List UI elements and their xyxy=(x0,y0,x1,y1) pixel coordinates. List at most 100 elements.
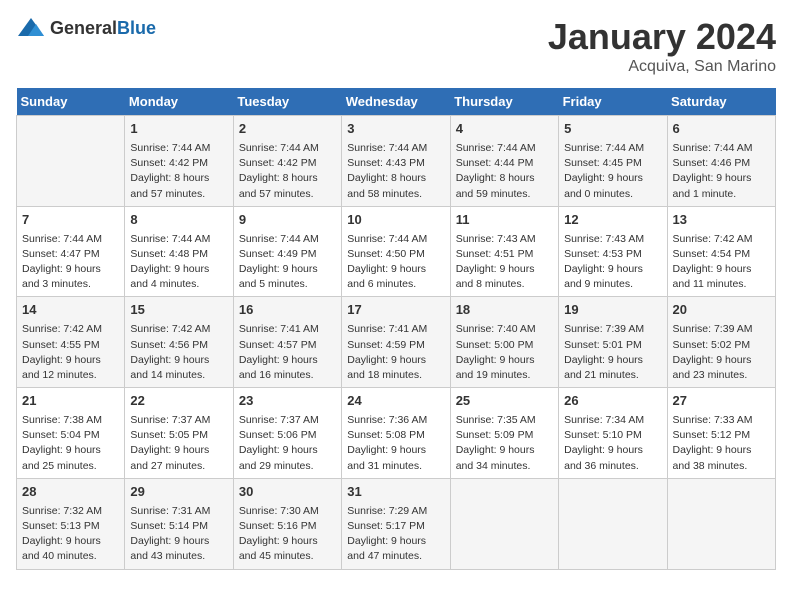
calendar-cell: 28 Sunrise: 7:32 AMSunset: 5:13 PMDayligh… xyxy=(17,478,125,569)
weekday-header: Saturday xyxy=(667,88,775,116)
calendar-cell: 27 Sunrise: 7:33 AMSunset: 5:12 PMDayligh… xyxy=(667,388,775,479)
calendar-cell: 19Sunrise: 7:39 AMSunset: 5:01 PMDayligh… xyxy=(559,297,667,388)
day-info: Sunrise: 7:44 AMSunset: 4:50 PMDaylight:… xyxy=(347,232,444,293)
calendar-cell: 15 Sunrise: 7:42 AMSunset: 4:56 PMDayligh… xyxy=(125,297,233,388)
month-title: January 2024 xyxy=(548,16,776,58)
calendar-cell: 30Sunrise: 7:30 AMSunset: 5:16 PMDayligh… xyxy=(233,478,341,569)
calendar-cell: 26 Sunrise: 7:34 AMSunset: 5:10 PMDayligh… xyxy=(559,388,667,479)
calendar-cell: 11Sunrise: 7:43 AMSunset: 4:51 PMDayligh… xyxy=(450,206,558,297)
calendar-cell: 29 Sunrise: 7:31 AMSunset: 5:14 PMDayligh… xyxy=(125,478,233,569)
day-info: Sunrise: 7:41 AMSunset: 4:59 PMDaylight:… xyxy=(347,322,444,383)
calendar-cell: 9 Sunrise: 7:44 AMSunset: 4:49 PMDaylight… xyxy=(233,206,341,297)
day-number: 2 xyxy=(239,120,336,139)
day-info: Sunrise: 7:44 AMSunset: 4:47 PMDaylight:… xyxy=(22,232,119,293)
calendar-cell: 14 Sunrise: 7:42 AMSunset: 4:55 PMDayligh… xyxy=(17,297,125,388)
day-number: 16 xyxy=(239,301,336,320)
calendar-cell: 6Sunrise: 7:44 AMSunset: 4:46 PMDaylight… xyxy=(667,116,775,207)
calendar-cell: 1 Sunrise: 7:44 AMSunset: 4:42 PMDaylight… xyxy=(125,116,233,207)
day-info: Sunrise: 7:35 AMSunset: 5:09 PMDaylight:… xyxy=(456,413,553,474)
day-number: 13 xyxy=(673,211,770,230)
title-area: January 2024 Acquiva, San Marino xyxy=(548,16,776,76)
calendar-cell: 4Sunrise: 7:44 AMSunset: 4:44 PMDaylight… xyxy=(450,116,558,207)
calendar-cell: 23 Sunrise: 7:37 AMSunset: 5:06 PMDayligh… xyxy=(233,388,341,479)
day-number: 28 xyxy=(22,483,119,502)
day-info: Sunrise: 7:44 AMSunset: 4:42 PMDaylight:… xyxy=(239,141,336,202)
calendar-cell: 7 Sunrise: 7:44 AMSunset: 4:47 PMDaylight… xyxy=(17,206,125,297)
day-number: 19 xyxy=(564,301,661,320)
day-info: Sunrise: 7:44 AMSunset: 4:48 PMDaylight:… xyxy=(130,232,227,293)
calendar-cell: 12 Sunrise: 7:43 AMSunset: 4:53 PMDayligh… xyxy=(559,206,667,297)
day-info: Sunrise: 7:43 AMSunset: 4:53 PMDaylight:… xyxy=(564,232,661,293)
logo-text-blue: Blue xyxy=(117,18,156,38)
day-info: Sunrise: 7:42 AMSunset: 4:56 PMDaylight:… xyxy=(130,322,227,383)
calendar-cell: 2 Sunrise: 7:44 AMSunset: 4:42 PMDaylight… xyxy=(233,116,341,207)
day-info: Sunrise: 7:44 AMSunset: 4:49 PMDaylight:… xyxy=(239,232,336,293)
day-number: 5 xyxy=(564,120,661,139)
day-number: 24 xyxy=(347,392,444,411)
calendar-cell: 31Sunrise: 7:29 AMSunset: 5:17 PMDayligh… xyxy=(342,478,450,569)
calendar-cell xyxy=(17,116,125,207)
day-info: Sunrise: 7:36 AMSunset: 5:08 PMDaylight:… xyxy=(347,413,444,474)
day-number: 18 xyxy=(456,301,553,320)
day-number: 9 xyxy=(239,211,336,230)
logo: GeneralBlue xyxy=(16,16,156,40)
calendar-week-row: 28 Sunrise: 7:32 AMSunset: 5:13 PMDayligh… xyxy=(17,478,776,569)
day-info: Sunrise: 7:31 AMSunset: 5:14 PMDaylight:… xyxy=(130,504,227,565)
day-info: Sunrise: 7:37 AMSunset: 5:06 PMDaylight:… xyxy=(239,413,336,474)
day-number: 12 xyxy=(564,211,661,230)
day-number: 8 xyxy=(130,211,227,230)
day-info: Sunrise: 7:29 AMSunset: 5:17 PMDaylight:… xyxy=(347,504,444,565)
weekday-header: Thursday xyxy=(450,88,558,116)
day-info: Sunrise: 7:44 AMSunset: 4:46 PMDaylight:… xyxy=(673,141,770,202)
day-number: 14 xyxy=(22,301,119,320)
calendar-cell: 22 Sunrise: 7:37 AMSunset: 5:05 PMDayligh… xyxy=(125,388,233,479)
logo-text-general: General xyxy=(50,18,117,38)
weekday-header: Sunday xyxy=(17,88,125,116)
weekday-header: Tuesday xyxy=(233,88,341,116)
day-info: Sunrise: 7:32 AMSunset: 5:13 PMDaylight:… xyxy=(22,504,119,565)
day-number: 21 xyxy=(22,392,119,411)
day-info: Sunrise: 7:44 AMSunset: 4:45 PMDaylight:… xyxy=(564,141,661,202)
calendar-cell: 25Sunrise: 7:35 AMSunset: 5:09 PMDayligh… xyxy=(450,388,558,479)
calendar-cell: 20 Sunrise: 7:39 AMSunset: 5:02 PMDayligh… xyxy=(667,297,775,388)
day-info: Sunrise: 7:43 AMSunset: 4:51 PMDaylight:… xyxy=(456,232,553,293)
calendar-cell: 17Sunrise: 7:41 AMSunset: 4:59 PMDayligh… xyxy=(342,297,450,388)
day-info: Sunrise: 7:39 AMSunset: 5:02 PMDaylight:… xyxy=(673,322,770,383)
day-number: 26 xyxy=(564,392,661,411)
day-info: Sunrise: 7:44 AMSunset: 4:43 PMDaylight:… xyxy=(347,141,444,202)
day-number: 4 xyxy=(456,120,553,139)
day-number: 1 xyxy=(130,120,227,139)
day-number: 20 xyxy=(673,301,770,320)
day-number: 3 xyxy=(347,120,444,139)
calendar-cell: 3 Sunrise: 7:44 AMSunset: 4:43 PMDaylight… xyxy=(342,116,450,207)
day-info: Sunrise: 7:37 AMSunset: 5:05 PMDaylight:… xyxy=(130,413,227,474)
day-number: 15 xyxy=(130,301,227,320)
calendar-cell xyxy=(559,478,667,569)
day-number: 23 xyxy=(239,392,336,411)
calendar-cell: 13 Sunrise: 7:42 AMSunset: 4:54 PMDayligh… xyxy=(667,206,775,297)
day-number: 29 xyxy=(130,483,227,502)
day-number: 22 xyxy=(130,392,227,411)
day-info: Sunrise: 7:42 AMSunset: 4:54 PMDaylight:… xyxy=(673,232,770,293)
calendar-week-row: 21 Sunrise: 7:38 AMSunset: 5:04 PMDayligh… xyxy=(17,388,776,479)
calendar-cell xyxy=(450,478,558,569)
day-info: Sunrise: 7:33 AMSunset: 5:12 PMDaylight:… xyxy=(673,413,770,474)
logo-icon xyxy=(16,16,46,40)
calendar-cell: 18 Sunrise: 7:40 AMSunset: 5:00 PMDayligh… xyxy=(450,297,558,388)
calendar-cell: 24 Sunrise: 7:36 AMSunset: 5:08 PMDayligh… xyxy=(342,388,450,479)
calendar-cell: 8 Sunrise: 7:44 AMSunset: 4:48 PMDaylight… xyxy=(125,206,233,297)
weekday-header: Friday xyxy=(559,88,667,116)
day-info: Sunrise: 7:40 AMSunset: 5:00 PMDaylight:… xyxy=(456,322,553,383)
day-number: 10 xyxy=(347,211,444,230)
day-info: Sunrise: 7:34 AMSunset: 5:10 PMDaylight:… xyxy=(564,413,661,474)
day-info: Sunrise: 7:42 AMSunset: 4:55 PMDaylight:… xyxy=(22,322,119,383)
day-info: Sunrise: 7:38 AMSunset: 5:04 PMDaylight:… xyxy=(22,413,119,474)
day-number: 7 xyxy=(22,211,119,230)
day-number: 30 xyxy=(239,483,336,502)
page-header: GeneralBlue January 2024 Acquiva, San Ma… xyxy=(16,16,776,76)
calendar-cell: 16 Sunrise: 7:41 AMSunset: 4:57 PMDayligh… xyxy=(233,297,341,388)
calendar-week-row: 1 Sunrise: 7:44 AMSunset: 4:42 PMDaylight… xyxy=(17,116,776,207)
day-number: 27 xyxy=(673,392,770,411)
day-info: Sunrise: 7:41 AMSunset: 4:57 PMDaylight:… xyxy=(239,322,336,383)
day-info: Sunrise: 7:44 AMSunset: 4:42 PMDaylight:… xyxy=(130,141,227,202)
